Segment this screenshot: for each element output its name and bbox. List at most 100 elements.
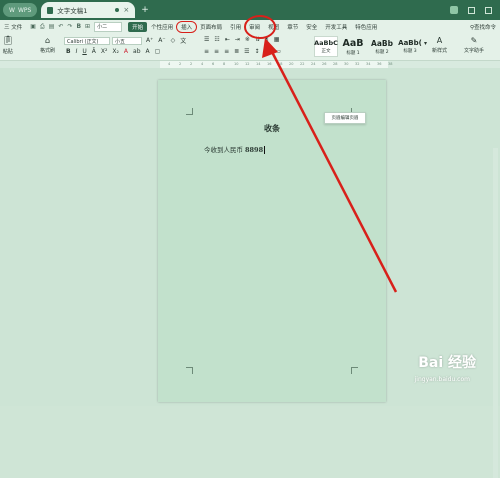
ruler-tick-label: 34 bbox=[366, 62, 371, 66]
borders-icon[interactable]: ▦ bbox=[274, 36, 280, 43]
format-painter-label: 格式刷 bbox=[40, 48, 56, 54]
grid-icon[interactable] bbox=[485, 6, 492, 14]
menubar-right: ⚲查找命令 bbox=[470, 23, 500, 31]
ruler-tick-label: 8 bbox=[223, 62, 226, 66]
tab-review[interactable]: 审阅 bbox=[245, 22, 264, 32]
char-border-icon[interactable]: ▢ bbox=[155, 48, 161, 55]
vertical-scrollbar[interactable] bbox=[493, 148, 498, 478]
account-badge-icon[interactable] bbox=[450, 6, 458, 14]
format-mini-icon[interactable]: ⊞ bbox=[85, 23, 90, 31]
clear-format-icon[interactable]: ◇ bbox=[171, 37, 176, 44]
file-menu[interactable]: 三 文件 bbox=[0, 23, 26, 31]
document-tab[interactable]: 文字文稿1 × bbox=[41, 2, 136, 18]
font-size-mini-select[interactable]: 小二 bbox=[94, 22, 123, 32]
chinese-layout-icon[interactable]: ※ bbox=[245, 36, 250, 43]
format-painter-icon: ⌂ bbox=[44, 36, 51, 45]
outline-icon[interactable]: ▭ bbox=[275, 48, 281, 55]
style-heading-1-preview: AaB bbox=[342, 37, 364, 49]
redo-icon[interactable]: ↷ bbox=[67, 23, 72, 31]
ruler-tick-label: 18 bbox=[278, 62, 283, 66]
style-heading-1[interactable]: AaB 标题 1 bbox=[341, 36, 365, 57]
style-normal[interactable]: AaBbC 正文 bbox=[314, 36, 338, 57]
bold-mini-icon[interactable]: B bbox=[76, 23, 81, 31]
format-painter-group[interactable]: ⌂ 格式刷 bbox=[40, 36, 55, 54]
document-body-line[interactable]: 今收到人民币 8898 bbox=[204, 144, 266, 154]
ruler-tick-label: 26 bbox=[322, 62, 327, 66]
italic-icon[interactable]: I bbox=[76, 48, 78, 55]
align-left-icon[interactable]: ≡ bbox=[204, 48, 209, 55]
highlight-icon[interactable]: ab bbox=[133, 48, 141, 55]
unsaved-dot-icon bbox=[115, 8, 120, 12]
tab-special[interactable]: 特色应用 bbox=[351, 22, 381, 32]
tab-home[interactable]: 开始 bbox=[128, 22, 148, 32]
font-color-icon[interactable]: A bbox=[124, 48, 128, 55]
bullet-list-icon[interactable]: ☰ bbox=[204, 36, 209, 43]
tab-section[interactable]: 章节 bbox=[283, 22, 302, 32]
font-size-select[interactable]: 小五 bbox=[112, 37, 142, 45]
align-right-icon[interactable]: ≡ bbox=[224, 48, 229, 55]
shrink-font-icon[interactable]: A⁻ bbox=[158, 37, 165, 44]
tab-references[interactable]: 引用 bbox=[226, 22, 245, 32]
underline-icon[interactable]: U bbox=[82, 48, 86, 55]
app-home-tab[interactable]: W WPS bbox=[3, 3, 38, 17]
print-icon[interactable]: ⎙ bbox=[40, 23, 45, 31]
writer-assistant-group[interactable]: ✎ 文字助手 bbox=[464, 36, 484, 54]
ruler-tick-label: 36 bbox=[377, 62, 382, 66]
tab-page-layout[interactable]: 页面布局 bbox=[196, 22, 226, 32]
writer-assistant-label: 文字助手 bbox=[464, 48, 485, 54]
bold-icon[interactable]: B bbox=[66, 48, 71, 55]
tab-view[interactable]: 视图 bbox=[264, 22, 283, 32]
document-icon bbox=[47, 6, 54, 14]
body-prefix-text: 今收到人民币 bbox=[204, 146, 243, 154]
distributed-icon[interactable]: ☰ bbox=[244, 48, 249, 55]
shading-icon[interactable]: ▥ bbox=[265, 48, 271, 55]
new-style-group[interactable]: A 新样式 bbox=[432, 36, 447, 54]
ruler-tick-label: 10 bbox=[234, 62, 239, 66]
new-style-label: 新样式 bbox=[432, 48, 448, 54]
save-icon[interactable]: ▣ bbox=[30, 23, 36, 31]
style-heading-3[interactable]: AaBb( 标题 3 bbox=[398, 36, 422, 57]
paste-icon: 📋︎ bbox=[2, 36, 14, 46]
layout-icon[interactable] bbox=[468, 6, 475, 14]
strikethrough-icon[interactable]: Ā bbox=[92, 48, 96, 55]
add-tab-button[interactable]: + bbox=[141, 5, 149, 15]
text-fill-icon[interactable]: A bbox=[146, 48, 150, 55]
align-center-icon[interactable]: ≡ bbox=[214, 48, 219, 55]
text-cursor bbox=[264, 146, 266, 154]
margin-corner-mark bbox=[351, 367, 358, 374]
decrease-indent-icon[interactable]: ⇤ bbox=[225, 36, 230, 43]
tab-developer[interactable]: 开发工具 bbox=[321, 22, 351, 32]
wps-logo-icon: W bbox=[9, 6, 15, 14]
tab-security[interactable]: 安全 bbox=[302, 22, 321, 32]
tab-insert[interactable]: 插入 bbox=[176, 21, 198, 33]
pinyin-icon[interactable]: 文 bbox=[180, 36, 186, 45]
document-title: 收条 bbox=[264, 123, 280, 133]
tab-personal[interactable]: 个性应用 bbox=[147, 22, 177, 32]
ruler-tick-label: 38 bbox=[388, 62, 393, 66]
paragraph-row-1: ☰ ☷ ⇤ ⇥ ※ ⇅ ¶ ▦ bbox=[204, 36, 279, 43]
document-page[interactable]: 页眉编辑页眉 收条 今收到人民币 8898 bbox=[158, 80, 386, 402]
numbered-list-icon[interactable]: ☷ bbox=[214, 36, 219, 43]
styles-more-icon[interactable]: ▾ bbox=[424, 40, 427, 47]
close-tab-icon[interactable]: × bbox=[123, 6, 129, 14]
style-heading-2[interactable]: AaBb 标题 2 bbox=[370, 36, 394, 57]
justify-icon[interactable]: ≣ bbox=[234, 48, 239, 55]
grow-font-icon[interactable]: A⁺ bbox=[146, 37, 153, 44]
ruler-tick-label: 4 bbox=[201, 62, 204, 66]
writer-assistant-icon: ✎ bbox=[470, 36, 478, 45]
subscript-icon[interactable]: X₂ bbox=[112, 48, 119, 55]
preview-icon[interactable]: ▤ bbox=[49, 23, 55, 31]
show-marks-icon[interactable]: ¶ bbox=[265, 36, 269, 43]
line-spacing-icon[interactable]: ↕ bbox=[255, 48, 260, 55]
increase-indent-icon[interactable]: ⇥ bbox=[235, 36, 240, 43]
ruler-page-area bbox=[160, 61, 388, 68]
margin-corner-mark bbox=[186, 108, 193, 115]
undo-icon[interactable]: ↶ bbox=[58, 23, 63, 31]
superscript-icon[interactable]: X² bbox=[101, 48, 108, 55]
title-bar: W WPS 文字文稿1 × + bbox=[0, 0, 500, 20]
search-command[interactable]: ⚲查找命令 bbox=[470, 23, 496, 31]
sort-icon[interactable]: ⇅ bbox=[255, 36, 260, 43]
style-normal-preview: AaBbC bbox=[314, 39, 338, 47]
paste-group[interactable]: 📋︎ 粘贴 bbox=[2, 36, 13, 55]
font-name-select[interactable]: Calibri (正文) bbox=[64, 37, 110, 45]
